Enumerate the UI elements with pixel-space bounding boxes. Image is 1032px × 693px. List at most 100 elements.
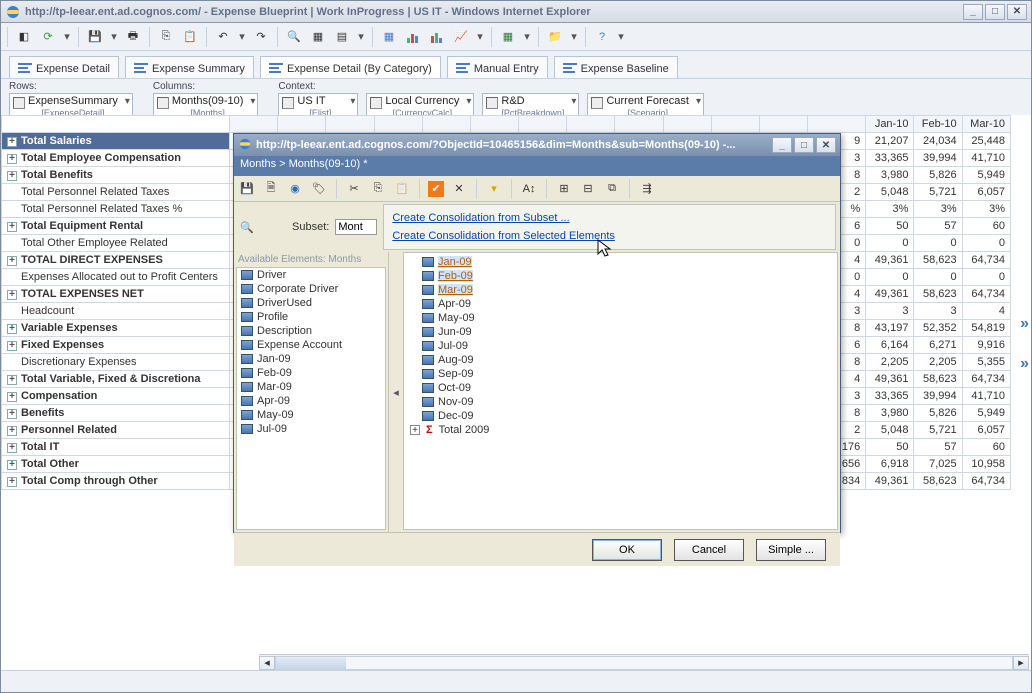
cell[interactable]: 5,355 [962, 354, 1010, 371]
maximize-button[interactable]: □ [985, 4, 1005, 20]
row-header[interactable]: Total Personnel Related Taxes % [2, 201, 230, 218]
binoculars-icon[interactable]: 🔍 [238, 218, 256, 236]
cell[interactable]: 5,949 [962, 405, 1010, 422]
cell[interactable]: 0 [866, 269, 914, 286]
help-icon[interactable]: ? [592, 27, 612, 47]
cell[interactable]: 64,734 [962, 252, 1010, 269]
cell[interactable]: 50 [866, 439, 914, 456]
cell[interactable]: 10,958 [962, 456, 1010, 473]
tree-collapse-icon[interactable]: ⊟ [579, 180, 597, 198]
row-header[interactable]: +Total Comp through Other [2, 473, 230, 490]
excel-icon[interactable]: ▦ [498, 27, 518, 47]
cell[interactable]: 58,623 [914, 286, 962, 303]
row-header[interactable]: Discretionary Expenses [2, 354, 230, 371]
cell[interactable]: 5,949 [962, 167, 1010, 184]
cut-icon[interactable]: ✂ [345, 180, 363, 198]
tab-expense-detail[interactable]: Expense Detail [9, 56, 119, 78]
cell[interactable]: 64,734 [962, 286, 1010, 303]
refresh-icon[interactable]: ⟳ [38, 27, 58, 47]
simple-button[interactable]: Simple ... [756, 539, 826, 561]
save-icon[interactable]: 💾 [85, 27, 105, 47]
grid2-icon[interactable]: ▤ [332, 27, 352, 47]
cell[interactable]: 50 [866, 218, 914, 235]
subset-listbox[interactable]: Jan-09Feb-09Mar-09Apr-09May-09Jun-09Jul-… [403, 252, 838, 530]
list-item[interactable]: Corporate Driver [237, 282, 385, 296]
row-header[interactable]: +Total Employee Compensation [2, 150, 230, 167]
undo-icon[interactable]: ↶ [213, 27, 233, 47]
subset-item[interactable]: Apr-09 [404, 297, 837, 311]
tab-expense-baseline[interactable]: Expense Baseline [554, 56, 678, 78]
bar-chart-icon[interactable] [403, 27, 423, 47]
tag-icon[interactable]: 🏷 [310, 180, 328, 198]
cell[interactable]: 58,623 [914, 473, 962, 490]
expand-icon[interactable]: + [410, 425, 420, 435]
row-header[interactable]: +Total Variable, Fixed & Discretiona [2, 371, 230, 388]
paste-icon[interactable]: 📋 [180, 27, 200, 47]
table-icon[interactable]: ▦ [379, 27, 399, 47]
row-header[interactable]: Expenses Allocated out to Profit Centers [2, 269, 230, 286]
tree-expand-icon[interactable]: ⊞ [555, 180, 573, 198]
sort-icon[interactable]: A↕ [520, 180, 538, 198]
cell[interactable]: 5,721 [914, 422, 962, 439]
subset-item[interactable]: Sep-09 [404, 367, 837, 381]
list-item[interactable]: Apr-09 [237, 394, 385, 408]
row-header[interactable]: +Total Salaries [2, 133, 230, 150]
available-listbox[interactable]: DriverCorporate DriverDriverUsedProfileD… [236, 267, 386, 530]
list-item[interactable]: Profile [237, 310, 385, 324]
paste-icon[interactable]: 📋 [393, 180, 411, 198]
cell[interactable]: 3 [866, 303, 914, 320]
cell[interactable]: 0 [962, 235, 1010, 252]
cell[interactable]: 49,361 [866, 473, 914, 490]
copy-icon[interactable]: ⎘ [369, 180, 387, 198]
list-item[interactable]: Expense Account [237, 338, 385, 352]
list-item[interactable]: Description [237, 324, 385, 338]
cell[interactable]: 43,197 [866, 320, 914, 337]
cell[interactable]: 0 [962, 269, 1010, 286]
cell[interactable]: 9,916 [962, 337, 1010, 354]
cancel-button[interactable]: Cancel [674, 539, 744, 561]
cell[interactable]: 57 [914, 218, 962, 235]
create-from-subset-link[interactable]: Create Consolidation from Subset ... [392, 209, 827, 227]
cell[interactable]: 4 [962, 303, 1010, 320]
copy-icon[interactable]: ⎘ [156, 27, 176, 47]
ok-button[interactable]: OK [592, 539, 662, 561]
row-header[interactable]: +Total Benefits [2, 167, 230, 184]
scroll-thumb[interactable] [276, 657, 346, 669]
row-header[interactable]: +Personnel Related [2, 422, 230, 439]
cell[interactable]: 21,207 [866, 133, 914, 150]
subset-item[interactable]: Jul-09 [404, 339, 837, 353]
folder-icon[interactable]: 📁 [545, 27, 565, 47]
subset-total-item[interactable]: +ΣTotal 2009 [404, 423, 837, 437]
row-header[interactable]: Total Personnel Related Taxes [2, 184, 230, 201]
cell[interactable]: 0 [914, 235, 962, 252]
close-button[interactable]: ✕ [1007, 4, 1027, 20]
row-header[interactable]: +Total Other [2, 456, 230, 473]
row-header[interactable]: +TOTAL EXPENSES NET [2, 286, 230, 303]
create-from-selected-link[interactable]: Create Consolidation from Selected Eleme… [392, 227, 827, 245]
cell[interactable]: 3,980 [866, 405, 914, 422]
cell[interactable]: 3% [914, 201, 962, 218]
tab-manual-entry[interactable]: Manual Entry [447, 56, 548, 78]
list-item[interactable]: May-09 [237, 408, 385, 422]
minimize-button[interactable]: _ [963, 4, 983, 20]
hierarchy-icon[interactable]: ⇶ [638, 180, 656, 198]
cell[interactable]: 60 [962, 439, 1010, 456]
cell[interactable]: 49,361 [866, 252, 914, 269]
cell[interactable]: 0 [866, 235, 914, 252]
save-icon[interactable]: 💾 [238, 180, 256, 198]
cell[interactable]: 24,034 [914, 133, 962, 150]
subset-item[interactable]: Jun-09 [404, 325, 837, 339]
subset-item[interactable]: Mar-09 [404, 283, 837, 297]
saveas-icon[interactable]: 🗎 [262, 180, 280, 198]
dialog-minimize-button[interactable]: _ [772, 137, 792, 153]
row-header[interactable]: Headcount [2, 303, 230, 320]
row-header[interactable]: +Total Equipment Rental [2, 218, 230, 235]
cell[interactable]: 5,048 [866, 184, 914, 201]
cell[interactable]: 3% [866, 201, 914, 218]
cell[interactable]: 57 [914, 439, 962, 456]
splitter-icon[interactable]: ◂ [389, 252, 403, 532]
tab-expense-detail-by-category-[interactable]: Expense Detail (By Category) [260, 56, 441, 78]
nav-icon[interactable]: ◧ [14, 27, 34, 47]
redo-icon[interactable]: ↷ [251, 27, 271, 47]
row-header[interactable]: +Compensation [2, 388, 230, 405]
